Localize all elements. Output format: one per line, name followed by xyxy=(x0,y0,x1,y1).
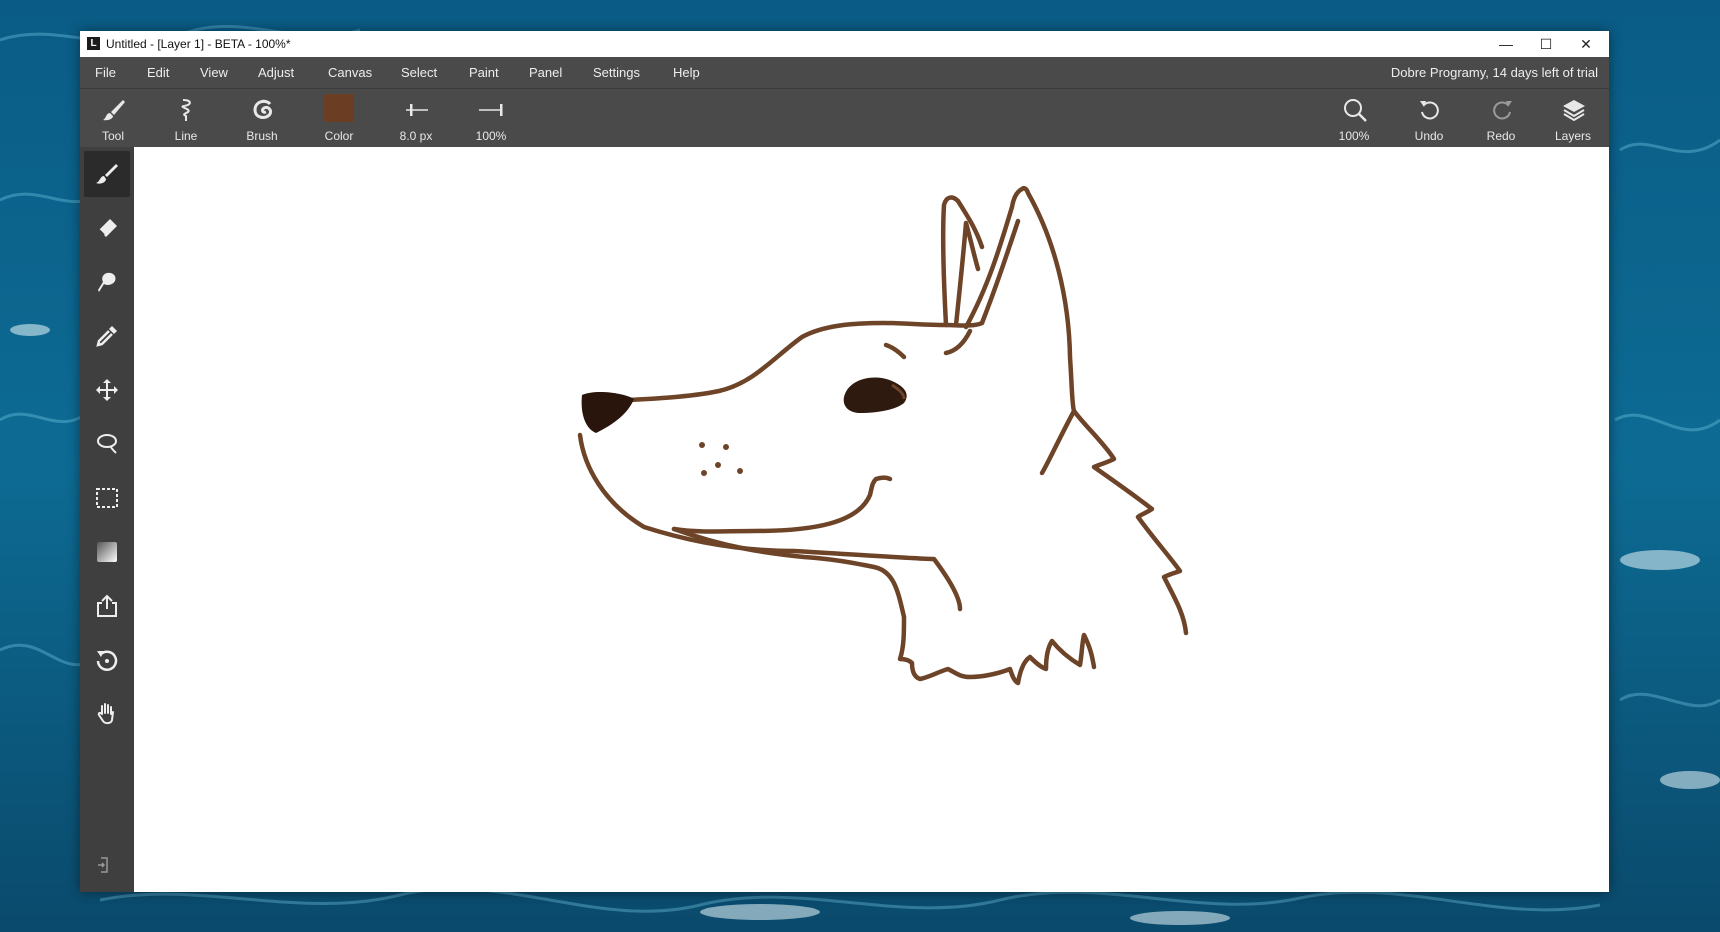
rotate-tool[interactable] xyxy=(84,637,130,683)
undo-icon xyxy=(1420,101,1439,120)
move-tool[interactable] xyxy=(84,367,130,413)
redo-icon xyxy=(1493,101,1512,120)
hand-tool[interactable] xyxy=(84,691,130,737)
window-title: Untitled - [Layer 1] - BETA - 100%* xyxy=(106,37,291,51)
gradient-tool[interactable] xyxy=(84,529,130,575)
rotate-icon xyxy=(96,650,118,671)
opacity-slider[interactable]: 100% xyxy=(458,89,524,147)
top-toolbar: Tool Line Brush Color 8.0 px 100% 100% U… xyxy=(80,88,1609,148)
layers-icon xyxy=(1563,100,1585,122)
menu-adjust[interactable]: Adjust xyxy=(258,57,294,88)
eraser-icon xyxy=(98,219,117,237)
smudge-icon xyxy=(98,272,116,292)
menu-edit[interactable]: Edit xyxy=(147,57,169,88)
collapse-panel-icon[interactable] xyxy=(96,855,116,875)
app-window: L Untitled - [Layer 1] - BETA - 100%* — … xyxy=(80,31,1609,892)
opacity-slider-icon xyxy=(479,104,503,116)
menu-panel[interactable]: Panel xyxy=(529,57,562,88)
eraser-tool[interactable] xyxy=(84,205,130,251)
brush-tool[interactable] xyxy=(84,151,130,197)
magnifier-icon xyxy=(1344,99,1367,122)
menu-canvas[interactable]: Canvas xyxy=(328,57,372,88)
line-squiggle-icon xyxy=(181,99,191,121)
export-icon xyxy=(97,594,117,617)
app-logo: L xyxy=(87,37,100,50)
brush-icon xyxy=(103,100,125,121)
marquee-select-tool[interactable] xyxy=(84,475,130,521)
maximize-button[interactable]: ☐ xyxy=(1526,31,1566,57)
trial-status: Dobre Programy, 14 days left of trial xyxy=(1390,65,1598,80)
eyedropper-tool[interactable] xyxy=(84,313,130,359)
menu-file[interactable]: File xyxy=(95,57,116,88)
opacity-label: 100% xyxy=(475,129,507,143)
layers-button[interactable]: Layers xyxy=(1540,89,1606,147)
redo-label: Redo xyxy=(1486,129,1516,143)
menu-help[interactable]: Help xyxy=(673,57,700,88)
menu-settings[interactable]: Settings xyxy=(593,57,640,88)
undo-label: Undo xyxy=(1414,129,1444,143)
color-label: Color xyxy=(324,129,354,143)
tool-button[interactable]: Tool xyxy=(80,89,146,147)
line-label: Line xyxy=(174,129,198,143)
layers-label: Layers xyxy=(1554,129,1592,143)
gradient-icon xyxy=(97,542,117,562)
tool-palette xyxy=(80,147,134,892)
close-button[interactable]: ✕ xyxy=(1566,31,1606,57)
menu-select[interactable]: Select xyxy=(401,57,437,88)
brush-button[interactable]: Brush xyxy=(229,89,295,147)
brush-spiral-icon xyxy=(253,99,272,119)
marquee-select-icon xyxy=(96,488,118,508)
menu-bar: File Edit View Adjust Canvas Select Pain… xyxy=(80,57,1609,88)
size-slider-icon xyxy=(406,104,428,116)
title-bar[interactable]: L Untitled - [Layer 1] - BETA - 100%* — … xyxy=(80,31,1609,57)
zoom-button[interactable]: 100% xyxy=(1321,89,1387,147)
zoom-label: 100% xyxy=(1338,129,1370,143)
color-button[interactable]: Color xyxy=(306,89,372,147)
brush-size-slider[interactable]: 8.0 px xyxy=(383,89,449,147)
redo-button[interactable]: Redo xyxy=(1468,89,1534,147)
undo-button[interactable]: Undo xyxy=(1396,89,1462,147)
tool-label: Tool xyxy=(101,129,124,143)
drawing-canvas[interactable] xyxy=(134,147,1609,892)
export-tool[interactable] xyxy=(84,583,130,629)
minimize-button[interactable]: — xyxy=(1486,31,1526,57)
menu-view[interactable]: View xyxy=(200,57,228,88)
hand-icon xyxy=(97,703,114,725)
menu-paint[interactable]: Paint xyxy=(469,57,499,88)
move-icon xyxy=(96,379,118,401)
dog-drawing xyxy=(577,185,1189,686)
brush-label: Brush xyxy=(246,129,278,143)
smudge-tool[interactable] xyxy=(84,259,130,305)
color-swatch xyxy=(324,94,354,122)
lasso-icon xyxy=(97,434,117,454)
brush-icon xyxy=(96,164,118,184)
lasso-tool[interactable] xyxy=(84,421,130,467)
eyedropper-icon xyxy=(96,326,117,347)
size-label: 8.0 px xyxy=(399,129,433,143)
line-button[interactable]: Line xyxy=(153,89,219,147)
